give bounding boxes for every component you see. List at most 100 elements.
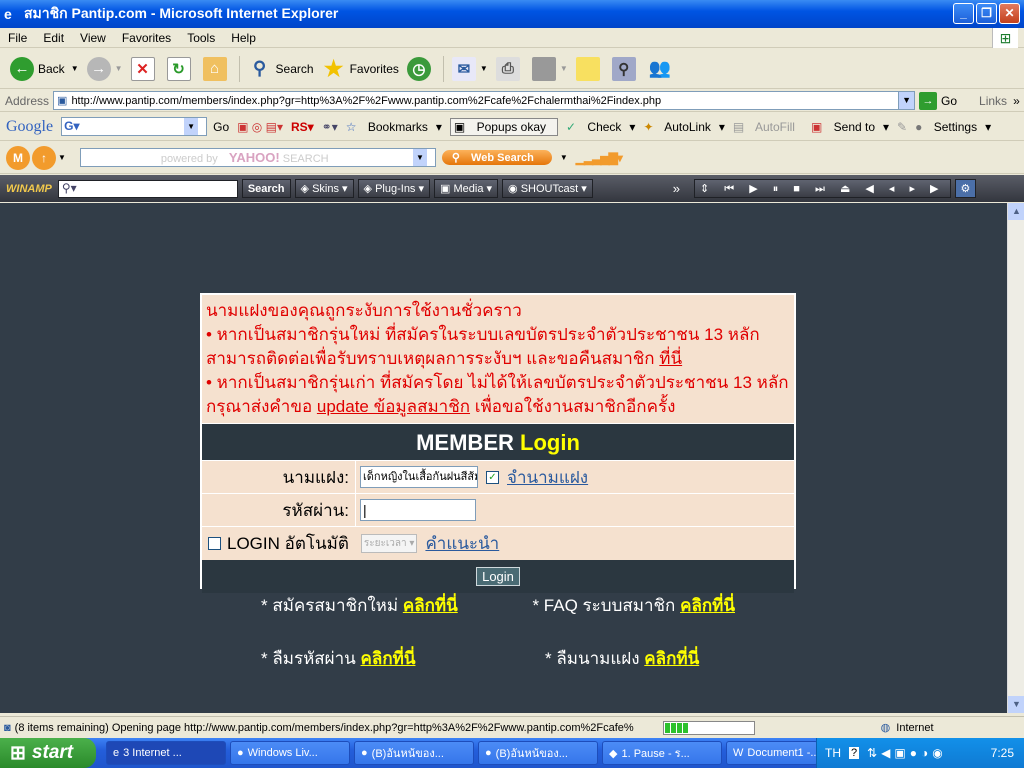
register-link[interactable]: คลิกที่นี่ xyxy=(403,596,458,615)
duration-select[interactable]: ระยะเวลา ▾ xyxy=(360,534,418,553)
google-search-input[interactable]: G▾ ▼ xyxy=(61,117,208,136)
google-go-button[interactable]: Go xyxy=(213,120,229,134)
spell-icon[interactable]: ⚭▾ xyxy=(322,120,338,134)
status-text: (8 items remaining) Opening page http://… xyxy=(14,721,634,734)
contact-here-link[interactable]: ที่นี่ xyxy=(659,349,682,368)
faq-link[interactable]: คลิกที่นี่ xyxy=(680,596,735,615)
taskbar-item-windows-live[interactable]: ● Windows Liv... xyxy=(230,741,350,765)
taskbar-item-chat-1[interactable]: ● (B)อันหน้ของ... xyxy=(354,741,474,765)
settings-button[interactable]: ● Settings ▾ xyxy=(915,120,991,134)
mail-button[interactable]: ✉ ▼ xyxy=(448,53,492,85)
chevron-right-icon[interactable]: » xyxy=(1013,94,1020,108)
minimize-button[interactable]: _ xyxy=(953,3,974,24)
close-button[interactable]: ✕ xyxy=(999,3,1020,24)
forgot-password-link[interactable]: คลิกที่นี่ xyxy=(361,649,416,668)
chevron-right-icon[interactable]: » xyxy=(673,181,680,196)
menu-help[interactable]: Help xyxy=(223,31,264,45)
chevron-down-icon: ▾ xyxy=(409,538,415,549)
back-button[interactable]: ← Back ▼ xyxy=(6,53,83,85)
yahoo-input-dropdown-icon[interactable]: ▼ xyxy=(412,149,427,166)
shoutcast-button[interactable]: ◉ SHOUTcast ▾ xyxy=(502,179,593,198)
bookmarks-button[interactable]: ☆ Bookmarks ▾ xyxy=(346,120,442,134)
start-button[interactable]: ⊞ start xyxy=(0,738,96,768)
google-tools-icon[interactable]: ▣ ◎ ▤▾ xyxy=(237,120,283,134)
websearch-dropdown-icon[interactable]: ▼ xyxy=(560,153,568,162)
vertical-scrollbar[interactable]: ▲ ▼ xyxy=(1007,203,1024,713)
taskbar-item-chat-2[interactable]: ● (B)อันหน้ของ... xyxy=(478,741,598,765)
links-button[interactable]: Links xyxy=(979,94,1007,108)
sendto-button[interactable]: ▣ Send to ▾ xyxy=(811,120,889,134)
signal-bars-icon[interactable]: ▁▂▃▅▇▾ xyxy=(576,151,623,165)
winamp-settings-icon[interactable]: ⚙ xyxy=(954,179,977,198)
forward-button[interactable]: → ▼ xyxy=(83,53,127,85)
history-button[interactable]: ◷ xyxy=(403,53,439,85)
web-search-button[interactable]: ⚲ Web Search xyxy=(441,150,552,165)
warning-old-members: • หากเป็นสมาชิกรุ่นเก่า ที่สมัครโดย ไม่ไ… xyxy=(206,373,789,416)
go-button[interactable]: → Go xyxy=(919,91,957,110)
yahoo-search-input[interactable]: powered by YAHOO! SEARCH ▼ xyxy=(79,148,436,167)
remember-checkbox[interactable]: ✓ xyxy=(486,470,499,484)
address-dropdown-icon[interactable]: ▼ xyxy=(898,92,915,109)
login-button[interactable]: Login xyxy=(476,567,520,586)
ie-icon: e xyxy=(4,6,12,22)
menu-view[interactable]: View xyxy=(72,31,114,45)
password-input[interactable]: | xyxy=(360,499,476,521)
edit-button[interactable]: ▼ xyxy=(528,53,572,85)
maximize-button[interactable]: ❐ xyxy=(976,3,997,24)
print-button[interactable]: ⎙ xyxy=(492,53,528,85)
star-icon: ★ xyxy=(323,55,344,81)
scroll-up-icon[interactable]: ▲ xyxy=(1008,203,1024,220)
menu-file[interactable]: File xyxy=(0,31,35,45)
skins-button[interactable]: ◈ Skins ▾ xyxy=(294,179,354,198)
rss-icon[interactable]: RS▾ xyxy=(291,120,314,134)
research-button[interactable]: ⚲ xyxy=(608,53,644,85)
update-info-link[interactable]: update ข้อมูลสมาชิก xyxy=(317,397,470,416)
winamp-search-input[interactable]: ⚲▾ xyxy=(57,179,238,198)
history-icon: ◷ xyxy=(406,56,431,81)
autofill-button[interactable]: ▤ AutoFill xyxy=(733,120,803,134)
plugins-button[interactable]: ◈ Plug-Ins ▾ xyxy=(357,179,431,198)
menu-edit[interactable]: Edit xyxy=(35,31,72,45)
taskbar-item-internet[interactable]: e3 Internet ... xyxy=(106,741,226,765)
taskbar-item-media[interactable]: ◆ 1. Pause - ร... xyxy=(602,741,722,765)
autolink-button[interactable]: ✦ AutoLink ▾ xyxy=(643,120,724,134)
player-controls[interactable]: ⇕ ⏮ ▶ ⏸ ■ ⏭ ⏏ ◀ ◂ ▸ ▶ xyxy=(693,179,951,198)
home-button[interactable]: ⌂ xyxy=(199,53,235,85)
messenger-button[interactable]: 👥 xyxy=(644,53,680,85)
yahoo-up-icon[interactable]: ↑ xyxy=(32,145,56,170)
google-dropdown-icon[interactable]: ▼ xyxy=(184,118,199,135)
auto-login-checkbox[interactable] xyxy=(208,537,221,550)
winamp-search-button[interactable]: Search xyxy=(241,179,291,198)
media-button[interactable]: ▣ Media ▾ xyxy=(434,179,499,198)
remember-username-link[interactable]: จำนามแฝง xyxy=(507,464,588,491)
autofill-icon: ▤ xyxy=(732,119,745,134)
pencil-icon[interactable]: ✎ xyxy=(897,120,907,134)
taskbar-item-document[interactable]: W Document1 -... xyxy=(726,741,818,765)
tray-icons[interactable]: ⇅◀▣●◑◉ xyxy=(867,746,947,760)
popups-button[interactable]: ▣ Popups okay xyxy=(449,117,558,136)
username-input[interactable]: เด็กหญิงในเสื้อกันฝนสีส้ม xyxy=(360,466,478,488)
refresh-button[interactable]: ↻ xyxy=(163,53,199,85)
scroll-down-icon[interactable]: ▼ xyxy=(1008,696,1024,713)
winamp-toolbar: WINAMP ⚲▾ Search ◈ Skins ▾ ◈ Plug-Ins ▾ … xyxy=(0,175,1024,202)
address-input[interactable]: ▣ http://www.pantip.com/members/index.ph… xyxy=(53,91,916,110)
help-icon[interactable]: ? xyxy=(849,747,860,759)
yahoo-mail-icon[interactable]: M xyxy=(6,145,30,170)
search-button[interactable]: ⚲ Search xyxy=(244,53,318,85)
home-icon: ⌂ xyxy=(202,56,227,81)
advice-link[interactable]: คำแนะนำ xyxy=(425,530,499,557)
discuss-button[interactable] xyxy=(572,53,608,85)
yahoo-dropdown-icon[interactable]: ▼ xyxy=(58,153,66,162)
zone-label: Internet xyxy=(896,721,934,734)
address-bar: Address ▣ http://www.pantip.com/members/… xyxy=(0,90,1024,112)
member-login-header: MEMBER Login xyxy=(202,423,794,461)
taskbar: ⊞ start e3 Internet ... ● Windows Liv... … xyxy=(0,738,1024,768)
forgot-username-link[interactable]: คลิกที่นี่ xyxy=(644,649,699,668)
menu-tools[interactable]: Tools xyxy=(179,31,223,45)
menu-favorites[interactable]: Favorites xyxy=(114,31,179,45)
login-button-row: Login xyxy=(202,560,794,593)
check-button[interactable]: ✓ Check ▾ xyxy=(566,120,635,134)
stop-button[interactable]: ✕ xyxy=(127,53,163,85)
favorites-button[interactable]: ★ Favorites xyxy=(318,53,403,85)
language-indicator[interactable]: TH xyxy=(825,746,841,760)
